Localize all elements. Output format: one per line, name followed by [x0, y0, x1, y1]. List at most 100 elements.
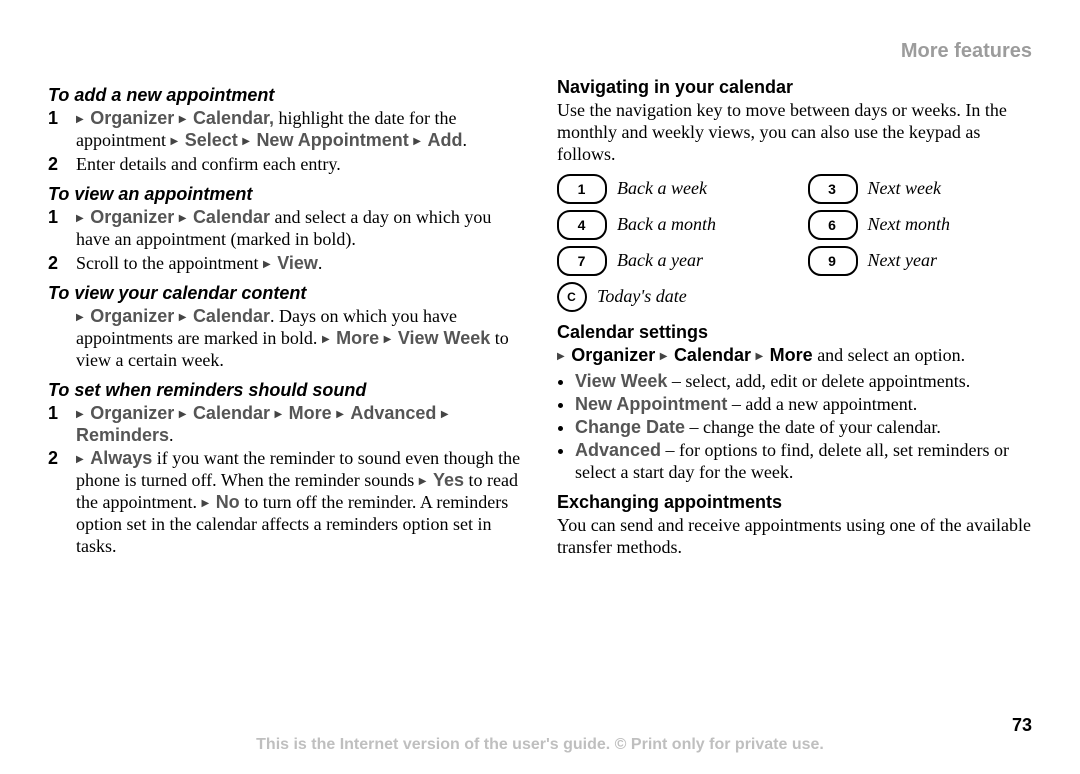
menu-item: Calendar	[193, 403, 270, 423]
keycap-icon: C	[557, 282, 587, 312]
keypad-shortcuts: 1 Back a week 3 Next week 4 Back a month 6 Next…	[557, 174, 1032, 312]
right-column: Navigating in your calendar Use the navi…	[557, 77, 1032, 711]
body-text: .	[462, 130, 467, 150]
page-number: 73	[48, 715, 1032, 736]
menu-arrow-icon	[179, 108, 189, 128]
menu-arrow-icon	[557, 345, 567, 365]
step: Organizer Calendar, highlight the date f…	[76, 108, 523, 152]
settings-option-desc: – add a new appointment.	[727, 394, 917, 414]
running-head: More features	[48, 40, 1032, 63]
steps-reminders: Organizer Calendar More Advanced Reminde…	[48, 403, 523, 559]
keypad-shortcut-label: Next week	[868, 178, 941, 199]
menu-arrow-icon	[413, 130, 423, 150]
menu-item: New Appointment	[256, 130, 408, 150]
keycap-icon: 7	[557, 246, 607, 276]
menu-item: Calendar,	[193, 108, 274, 128]
step: Organizer Calendar More Advanced Reminde…	[76, 403, 523, 447]
paragraph-exchange: You can send and receive appointments us…	[557, 515, 1032, 559]
footer-disclaimer: This is the Internet version of the user…	[48, 736, 1032, 754]
keypad-shortcut-label: Today's date	[597, 286, 687, 307]
body-text: .	[318, 253, 323, 273]
step: Organizer Calendar and select a day on w…	[76, 207, 523, 251]
menu-item: No	[216, 492, 240, 512]
keypad-shortcut-label: Back a month	[617, 214, 716, 235]
heading-add-appointment: To add a new appointment	[48, 85, 523, 106]
steps-view-appointment: Organizer Calendar and select a day on w…	[48, 207, 523, 275]
menu-item: Organizer	[571, 345, 655, 365]
settings-option-term: View Week	[575, 371, 667, 391]
keycap-icon: 3	[808, 174, 858, 204]
keypad-shortcut-label: Next month	[868, 214, 951, 235]
menu-item: Organizer	[90, 306, 174, 326]
heading-calendar-settings: Calendar settings	[557, 322, 1032, 343]
settings-option-desc: – select, add, edit or delete appointmen…	[667, 371, 970, 391]
menu-arrow-icon	[242, 130, 252, 150]
heading-reminders: To set when reminders should sound	[48, 380, 523, 401]
menu-arrow-icon	[274, 403, 284, 423]
menu-arrow-icon	[263, 253, 273, 273]
body-text: Scroll to the appointment	[76, 253, 263, 273]
two-column-body: To add a new appointment Organizer Calen…	[48, 77, 1032, 711]
body-text: .	[169, 425, 174, 445]
body-text: and select an option.	[813, 345, 965, 365]
keypad-shortcut: 3 Next week	[808, 174, 1033, 204]
settings-option-term: Change Date	[575, 417, 685, 437]
menu-arrow-icon	[76, 207, 86, 227]
menu-arrow-icon	[76, 306, 86, 326]
menu-item: Advanced	[350, 403, 436, 423]
menu-item: Yes	[433, 470, 464, 490]
menu-arrow-icon	[76, 403, 86, 423]
menu-item: View Week	[398, 328, 490, 348]
keypad-shortcut: C Today's date	[557, 282, 782, 312]
steps-add-appointment: Organizer Calendar, highlight the date f…	[48, 108, 523, 176]
manual-page: More features To add a new appointment O…	[0, 0, 1080, 774]
keypad-shortcut: 4 Back a month	[557, 210, 782, 240]
keycap-icon: 9	[808, 246, 858, 276]
settings-option-term: Advanced	[575, 440, 661, 460]
settings-option: Change Date – change the date of your ca…	[575, 417, 1032, 439]
paragraph-settings-lead: Organizer Calendar More and select an op…	[557, 345, 1032, 367]
menu-item: Organizer	[90, 403, 174, 423]
body-text: Enter details and confirm each entry.	[76, 154, 341, 174]
keypad-shortcut-label: Back a year	[617, 250, 703, 271]
keycap-icon: 4	[557, 210, 607, 240]
keypad-shortcut: 7 Back a year	[557, 246, 782, 276]
heading-view-calendar-content: To view your calendar content	[48, 283, 523, 304]
menu-item: Calendar	[193, 207, 270, 227]
menu-item: Select	[185, 130, 238, 150]
menu-arrow-icon	[76, 448, 86, 468]
settings-option-term: New Appointment	[575, 394, 727, 414]
keycap-icon: 6	[808, 210, 858, 240]
keypad-shortcut-label: Back a week	[617, 178, 707, 199]
keypad-shortcut: 9 Next year	[808, 246, 1033, 276]
menu-arrow-icon	[384, 328, 394, 348]
settings-option: Advanced – for options to find, delete a…	[575, 440, 1032, 484]
menu-arrow-icon	[76, 108, 86, 128]
menu-item: View	[277, 253, 318, 273]
heading-exchanging-appointments: Exchanging appointments	[557, 492, 1032, 513]
step: Always if you want the reminder to sound…	[76, 448, 523, 558]
settings-option-desc: – change the date of your calendar.	[685, 417, 941, 437]
menu-item: More	[289, 403, 332, 423]
menu-item: More	[336, 328, 379, 348]
left-column: To add a new appointment Organizer Calen…	[48, 77, 523, 711]
menu-arrow-icon	[201, 492, 211, 512]
settings-option-list: View Week – select, add, edit or delete …	[557, 371, 1032, 484]
menu-arrow-icon	[441, 403, 451, 423]
keypad-shortcut: 6 Next month	[808, 210, 1033, 240]
step: Scroll to the appointment View.	[76, 253, 523, 275]
menu-arrow-icon	[179, 306, 189, 326]
menu-arrow-icon	[322, 328, 332, 348]
menu-item: Calendar	[674, 345, 751, 365]
menu-arrow-icon	[336, 403, 346, 423]
menu-item: Organizer	[90, 108, 174, 128]
menu-item: Organizer	[90, 207, 174, 227]
heading-view-appointment: To view an appointment	[48, 184, 523, 205]
keypad-shortcut-label: Next year	[868, 250, 937, 271]
settings-option: New Appointment – add a new appointment.	[575, 394, 1032, 416]
paragraph-calendar-content: Organizer Calendar. Days on which you ha…	[76, 306, 523, 372]
keycap-icon: 1	[557, 174, 607, 204]
menu-item: Add	[427, 130, 462, 150]
settings-option: View Week – select, add, edit or delete …	[575, 371, 1032, 393]
menu-item: Calendar	[193, 306, 270, 326]
